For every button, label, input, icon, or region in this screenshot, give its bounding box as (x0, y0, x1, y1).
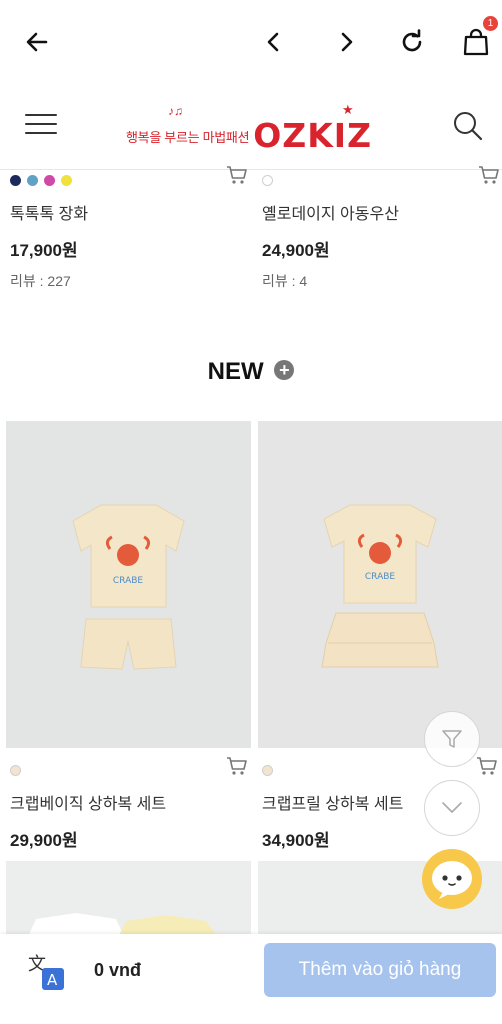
next-page-button[interactable] (326, 22, 366, 62)
color-swatch[interactable] (262, 174, 273, 186)
product-price: 24,900원 (262, 241, 330, 260)
search-icon (454, 112, 483, 141)
cart-icon (477, 757, 497, 775)
color-swatches (10, 172, 240, 188)
cart-total: 0 vnđ (94, 960, 142, 980)
filter-icon (442, 730, 462, 748)
product-price: 29,900원 (10, 831, 78, 850)
chatbot-icon (432, 861, 472, 899)
add-to-cart-submit-button[interactable]: Thêm vào giỏ hàng (264, 943, 496, 997)
cart-icon (479, 166, 499, 184)
bottom-cart-bar: 文 A 0 vnđ Thêm vào giỏ hàng (0, 934, 502, 1024)
color-swatch[interactable] (61, 174, 72, 186)
product-price: 17,900원 (10, 241, 78, 260)
chevron-right-icon (341, 32, 353, 52)
shopping-bag-button[interactable]: 1 (456, 16, 498, 62)
color-swatches (262, 172, 492, 188)
chevron-left-icon (267, 32, 279, 52)
site-logo[interactable]: ♪♫ 행복을 부르는 마법패션 OZKIZ ★ (126, 102, 372, 155)
cart-icon (227, 757, 247, 775)
product-image[interactable]: CRABE (258, 421, 502, 748)
color-swatch[interactable] (27, 174, 38, 186)
product-card[interactable]: 옐로데이지 아동우산 24,900원 리뷰 : 4 (262, 172, 492, 291)
add-to-cart-button[interactable] (476, 756, 498, 781)
search-button[interactable] (452, 110, 484, 142)
add-to-cart-button[interactable] (478, 165, 500, 190)
product-image[interactable] (6, 861, 251, 941)
reload-icon (402, 29, 422, 52)
chevron-down-icon (442, 802, 462, 813)
product-review-count: 리뷰 : 227 (10, 273, 71, 289)
arrow-left-icon (26, 32, 48, 52)
crab-ruffle-outfit-illustration: CRABE (258, 421, 502, 748)
translate-icon: 文 A (28, 954, 64, 990)
color-swatch[interactable] (10, 764, 21, 776)
cart-count-badge: 1 (483, 16, 498, 31)
browser-toolbar: 1 (0, 0, 502, 86)
shirt-print-text: CRABE (113, 576, 144, 586)
back-button[interactable] (17, 22, 57, 62)
reload-button[interactable] (392, 22, 432, 62)
cart-icon (227, 166, 247, 184)
color-swatches (10, 762, 240, 778)
tshirt-illustration (6, 861, 251, 941)
hamburger-menu-icon (25, 114, 57, 134)
filter-button[interactable] (424, 711, 480, 767)
translate-button[interactable]: 文 A (26, 952, 66, 992)
scroll-down-button[interactable] (424, 780, 480, 836)
prev-page-button[interactable] (254, 22, 294, 62)
product-image[interactable]: CRABE (6, 421, 251, 748)
site-header: ♪♫ 행복을 부르는 마법패션 OZKIZ ★ (0, 86, 502, 170)
menu-button[interactable] (24, 112, 58, 136)
crab-outfit-illustration: CRABE (6, 421, 251, 748)
chatbot-button[interactable] (422, 849, 482, 909)
color-swatch[interactable] (262, 764, 273, 776)
add-to-cart-button[interactable] (226, 756, 248, 781)
logo-wordmark: OZKIZ (253, 116, 372, 155)
color-swatch[interactable] (44, 174, 55, 186)
plus-circle-icon[interactable]: + (274, 360, 295, 380)
color-swatch[interactable] (10, 174, 21, 186)
svg-text:A: A (47, 971, 58, 989)
star-icon: ★ (342, 102, 354, 117)
product-review-count: 리뷰 : 4 (262, 273, 308, 289)
product-card[interactable]: 크랩베이직 상하복 세트 29,900원 (10, 762, 240, 851)
shirt-print-text: CRABE (365, 572, 396, 582)
logo-tagline: 행복을 부르는 마법패션 (126, 130, 250, 145)
product-name[interactable]: 톡톡톡 장화 (10, 200, 240, 224)
section-title: NEW + (0, 358, 502, 386)
product-name[interactable]: 옐로데이지 아동우산 (262, 200, 492, 224)
music-notes-icon: ♪♫ (168, 104, 183, 118)
product-card[interactable]: 톡톡톡 장화 17,900원 리뷰 : 227 (10, 172, 240, 291)
shopping-bag-icon (463, 28, 489, 56)
section-title-text: NEW (207, 358, 264, 385)
add-to-cart-button[interactable] (226, 165, 248, 190)
product-name[interactable]: 크랩베이직 상하복 세트 (10, 790, 240, 814)
